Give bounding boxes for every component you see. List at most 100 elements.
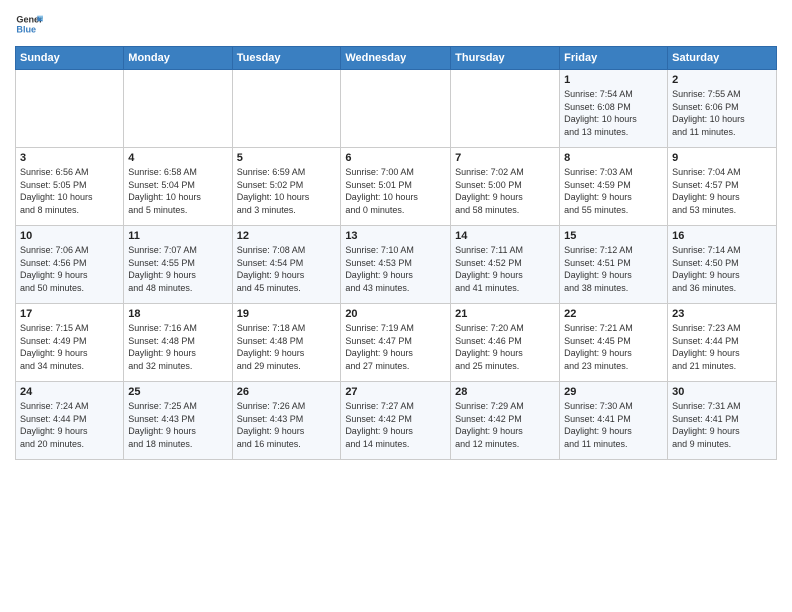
- calendar-cell: [16, 70, 124, 148]
- day-info: Sunrise: 7:11 AM Sunset: 4:52 PM Dayligh…: [455, 244, 555, 294]
- day-number: 20: [345, 308, 446, 320]
- day-info: Sunrise: 7:24 AM Sunset: 4:44 PM Dayligh…: [20, 400, 119, 450]
- day-info: Sunrise: 7:29 AM Sunset: 4:42 PM Dayligh…: [455, 400, 555, 450]
- day-info: Sunrise: 7:26 AM Sunset: 4:43 PM Dayligh…: [237, 400, 337, 450]
- day-number: 13: [345, 230, 446, 242]
- calendar-cell: 21 Sunrise: 7:20 AM Sunset: 4:46 PM Dayli…: [451, 304, 560, 382]
- day-info: Sunrise: 7:31 AM Sunset: 4:41 PM Dayligh…: [672, 400, 772, 450]
- day-number: 2: [672, 74, 772, 86]
- day-info: Sunrise: 7:08 AM Sunset: 4:54 PM Dayligh…: [237, 244, 337, 294]
- calendar-cell: [451, 70, 560, 148]
- day-number: 9: [672, 152, 772, 164]
- calendar-cell: [341, 70, 451, 148]
- day-info: Sunrise: 7:21 AM Sunset: 4:45 PM Dayligh…: [564, 322, 663, 372]
- calendar-cell: 13Sunrise: 7:10 AM Sunset: 4:53 PM Dayli…: [341, 226, 451, 304]
- calendar-week-row: 1 Sunrise: 7:54 AM Sunset: 6:08 PM Daylig…: [16, 70, 777, 148]
- page-container: General Blue SundayMondayTuesdayWednesda…: [0, 0, 792, 465]
- day-info: Sunrise: 7:07 AM Sunset: 4:55 PM Dayligh…: [128, 244, 227, 294]
- calendar-cell: 7 Sunrise: 7:02 AM Sunset: 5:00 PM Daylig…: [451, 148, 560, 226]
- day-info: Sunrise: 7:55 AM Sunset: 6:06 PM Dayligh…: [672, 88, 772, 138]
- day-info: Sunrise: 7:23 AM Sunset: 4:44 PM Dayligh…: [672, 322, 772, 372]
- calendar-cell: 11 Sunrise: 7:07 AM Sunset: 4:55 PM Dayli…: [124, 226, 232, 304]
- day-number: 23: [672, 308, 772, 320]
- weekday-header-wednesday: Wednesday: [341, 47, 451, 70]
- calendar-cell: 16Sunrise: 7:14 AM Sunset: 4:50 PM Dayli…: [668, 226, 777, 304]
- calendar-cell: 15 Sunrise: 7:12 AM Sunset: 4:51 PM Dayli…: [560, 226, 668, 304]
- calendar-cell: 26 Sunrise: 7:26 AM Sunset: 4:43 PM Dayli…: [232, 382, 341, 460]
- day-number: 25: [128, 386, 227, 398]
- day-number: 16: [672, 230, 772, 242]
- day-number: 21: [455, 308, 555, 320]
- day-info: Sunrise: 7:03 AM Sunset: 4:59 PM Dayligh…: [564, 166, 663, 216]
- day-number: 26: [237, 386, 337, 398]
- day-info: Sunrise: 7:06 AM Sunset: 4:56 PM Dayligh…: [20, 244, 119, 294]
- day-info: Sunrise: 7:02 AM Sunset: 5:00 PM Dayligh…: [455, 166, 555, 216]
- calendar-cell: 20 Sunrise: 7:19 AM Sunset: 4:47 PM Dayli…: [341, 304, 451, 382]
- day-number: 18: [128, 308, 227, 320]
- calendar-cell: 5 Sunrise: 6:59 AM Sunset: 5:02 PM Daylig…: [232, 148, 341, 226]
- logo: General Blue: [15, 10, 43, 38]
- day-number: 5: [237, 152, 337, 164]
- calendar-cell: 25 Sunrise: 7:25 AM Sunset: 4:43 PM Dayli…: [124, 382, 232, 460]
- calendar-cell: 23 Sunrise: 7:23 AM Sunset: 4:44 PM Dayli…: [668, 304, 777, 382]
- day-info: Sunrise: 7:12 AM Sunset: 4:51 PM Dayligh…: [564, 244, 663, 294]
- calendar-cell: 18 Sunrise: 7:16 AM Sunset: 4:48 PM Dayli…: [124, 304, 232, 382]
- day-info: Sunrise: 7:18 AM Sunset: 4:48 PM Dayligh…: [237, 322, 337, 372]
- calendar-week-row: 3 Sunrise: 6:56 AM Sunset: 5:05 PM Daylig…: [16, 148, 777, 226]
- day-number: 8: [564, 152, 663, 164]
- day-number: 28: [455, 386, 555, 398]
- day-number: 24: [20, 386, 119, 398]
- day-info: Sunrise: 7:20 AM Sunset: 4:46 PM Dayligh…: [455, 322, 555, 372]
- day-info: Sunrise: 7:30 AM Sunset: 4:41 PM Dayligh…: [564, 400, 663, 450]
- day-info: Sunrise: 7:15 AM Sunset: 4:49 PM Dayligh…: [20, 322, 119, 372]
- calendar-cell: 28 Sunrise: 7:29 AM Sunset: 4:42 PM Dayli…: [451, 382, 560, 460]
- calendar-cell: 8 Sunrise: 7:03 AM Sunset: 4:59 PM Daylig…: [560, 148, 668, 226]
- day-number: 3: [20, 152, 119, 164]
- day-info: Sunrise: 7:27 AM Sunset: 4:42 PM Dayligh…: [345, 400, 446, 450]
- day-number: 4: [128, 152, 227, 164]
- day-info: Sunrise: 7:00 AM Sunset: 5:01 PM Dayligh…: [345, 166, 446, 216]
- day-number: 10: [20, 230, 119, 242]
- day-number: 30: [672, 386, 772, 398]
- calendar-week-row: 10 Sunrise: 7:06 AM Sunset: 4:56 PM Dayli…: [16, 226, 777, 304]
- calendar-cell: 4Sunrise: 6:58 AM Sunset: 5:04 PM Daylig…: [124, 148, 232, 226]
- day-info: Sunrise: 7:54 AM Sunset: 6:08 PM Dayligh…: [564, 88, 663, 138]
- day-number: 11: [128, 230, 227, 242]
- calendar-week-row: 17 Sunrise: 7:15 AM Sunset: 4:49 PM Dayli…: [16, 304, 777, 382]
- day-info: Sunrise: 7:25 AM Sunset: 4:43 PM Dayligh…: [128, 400, 227, 450]
- svg-text:Blue: Blue: [16, 24, 36, 34]
- day-number: 6: [345, 152, 446, 164]
- day-number: 17: [20, 308, 119, 320]
- day-info: Sunrise: 7:16 AM Sunset: 4:48 PM Dayligh…: [128, 322, 227, 372]
- day-number: 7: [455, 152, 555, 164]
- calendar-cell: 22Sunrise: 7:21 AM Sunset: 4:45 PM Dayli…: [560, 304, 668, 382]
- day-info: Sunrise: 6:56 AM Sunset: 5:05 PM Dayligh…: [20, 166, 119, 216]
- day-number: 1: [564, 74, 663, 86]
- calendar-cell: 2 Sunrise: 7:55 AM Sunset: 6:06 PM Daylig…: [668, 70, 777, 148]
- day-number: 19: [237, 308, 337, 320]
- day-number: 15: [564, 230, 663, 242]
- day-info: Sunrise: 7:19 AM Sunset: 4:47 PM Dayligh…: [345, 322, 446, 372]
- calendar-cell: 24 Sunrise: 7:24 AM Sunset: 4:44 PM Dayli…: [16, 382, 124, 460]
- calendar-cell: 6 Sunrise: 7:00 AM Sunset: 5:01 PM Daylig…: [341, 148, 451, 226]
- weekday-header-row: SundayMondayTuesdayWednesdayThursdayFrid…: [16, 47, 777, 70]
- header: General Blue: [15, 10, 777, 38]
- weekday-header-sunday: Sunday: [16, 47, 124, 70]
- calendar-cell: 29Sunrise: 7:30 AM Sunset: 4:41 PM Dayli…: [560, 382, 668, 460]
- calendar-cell: 14 Sunrise: 7:11 AM Sunset: 4:52 PM Dayli…: [451, 226, 560, 304]
- weekday-header-monday: Monday: [124, 47, 232, 70]
- calendar-table: SundayMondayTuesdayWednesdayThursdayFrid…: [15, 46, 777, 460]
- calendar-cell: 12Sunrise: 7:08 AM Sunset: 4:54 PM Dayli…: [232, 226, 341, 304]
- calendar-cell: 9Sunrise: 7:04 AM Sunset: 4:57 PM Daylig…: [668, 148, 777, 226]
- weekday-header-thursday: Thursday: [451, 47, 560, 70]
- calendar-cell: 1 Sunrise: 7:54 AM Sunset: 6:08 PM Daylig…: [560, 70, 668, 148]
- calendar-week-row: 24 Sunrise: 7:24 AM Sunset: 4:44 PM Dayli…: [16, 382, 777, 460]
- calendar-cell: 19 Sunrise: 7:18 AM Sunset: 4:48 PM Dayli…: [232, 304, 341, 382]
- day-number: 27: [345, 386, 446, 398]
- day-number: 14: [455, 230, 555, 242]
- day-info: Sunrise: 6:59 AM Sunset: 5:02 PM Dayligh…: [237, 166, 337, 216]
- calendar-cell: 30 Sunrise: 7:31 AM Sunset: 4:41 PM Dayli…: [668, 382, 777, 460]
- calendar-cell: 27 Sunrise: 7:27 AM Sunset: 4:42 PM Dayli…: [341, 382, 451, 460]
- calendar-cell: 17 Sunrise: 7:15 AM Sunset: 4:49 PM Dayli…: [16, 304, 124, 382]
- weekday-header-tuesday: Tuesday: [232, 47, 341, 70]
